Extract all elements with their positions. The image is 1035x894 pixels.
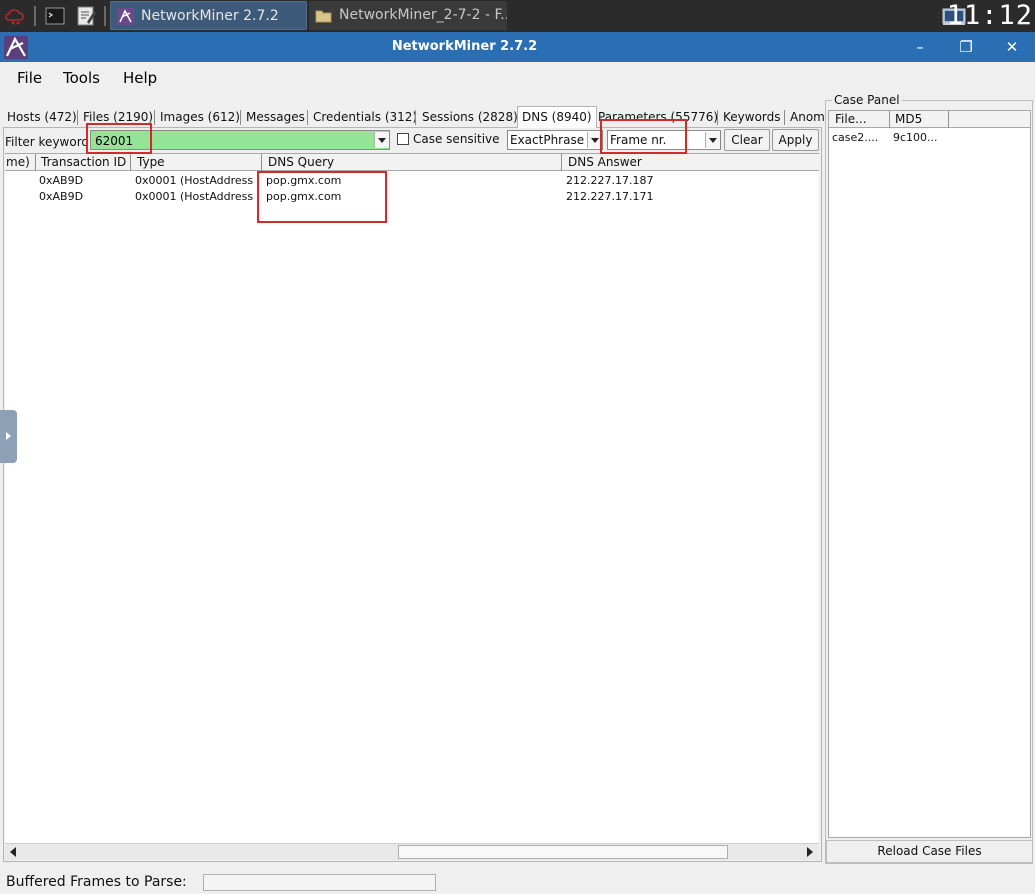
buffered-frames-label: Buffered Frames to Parse:: [6, 874, 187, 890]
chevron-down-icon: [705, 132, 720, 148]
expand-panel-handle[interactable]: [0, 410, 17, 463]
tab-sessions[interactable]: Sessions (2828): [422, 107, 518, 127]
horizontal-scrollbar[interactable]: [5, 843, 819, 860]
column-header-label: Type: [137, 155, 165, 169]
window-title: NetworkMiner 2.7.2: [391, 39, 538, 54]
window-titlebar[interactable]: NetworkMiner 2.7.2 – ❐ ✕: [0, 32, 1035, 62]
task-label: NetworkMiner 2.7.2: [141, 8, 279, 24]
column-header-label: MD5: [895, 112, 923, 126]
dns-table[interactable]: me) Transaction ID Type DNS Query DNS An…: [5, 153, 819, 843]
transaction-id-cell: 0xAB9D: [39, 174, 84, 187]
column-header-transaction-id[interactable]: Transaction ID: [36, 154, 130, 171]
tab-hosts[interactable]: Hosts (472): [7, 107, 77, 127]
tab-files[interactable]: Files (2190): [83, 107, 153, 127]
menu-tools[interactable]: Tools: [63, 68, 100, 88]
filter-keyword-value: 62001: [95, 134, 134, 148]
case-panel-title: Case Panel: [832, 93, 902, 107]
tab-separator: [154, 110, 155, 125]
column-header-type[interactable]: Type: [131, 154, 261, 171]
task-networkminer[interactable]: NetworkMiner 2.7.2: [110, 1, 307, 30]
buffered-frames-progress: [203, 874, 436, 891]
tab-anomalies[interactable]: Anom: [790, 107, 825, 127]
taskbar-separator: [104, 6, 106, 26]
taskbar-separator: [34, 6, 36, 26]
tab-separator: [784, 110, 785, 125]
dns-query-cell: pop.gmx.com: [266, 190, 342, 203]
tab-separator: [717, 110, 718, 125]
case-file-md5: 9c100...: [893, 131, 938, 144]
tab-messages[interactable]: Messages: [246, 107, 305, 127]
close-button[interactable]: ✕: [992, 32, 1032, 62]
case-file-name: case2....: [832, 131, 879, 144]
chevron-down-icon: [587, 132, 602, 148]
task-label: NetworkMiner_2-7-2 - F...: [339, 7, 507, 23]
screen: NetworkMiner 2.7.2 NetworkMiner_2-7-2 - …: [0, 0, 1035, 894]
transaction-id-cell: 0xAB9D: [39, 190, 84, 203]
clear-button[interactable]: Clear: [724, 129, 770, 151]
column-header-empty: [949, 111, 1030, 128]
tab-separator: [415, 110, 416, 125]
tab-separator: [77, 110, 78, 125]
match-mode-value: ExactPhrase: [510, 133, 585, 147]
dns-query-cell: pop.gmx.com: [266, 174, 342, 187]
column-header-label: File...: [835, 112, 867, 126]
tab-images[interactable]: Images (612): [160, 107, 240, 127]
filter-keyword-label: Filter keyword: [5, 135, 90, 149]
terminal-icon[interactable]: [44, 5, 66, 27]
tab-dns[interactable]: DNS (8940): [517, 106, 597, 128]
column-header-label: Transaction ID: [41, 155, 127, 169]
menu-help[interactable]: Help: [123, 68, 157, 88]
column-header-time[interactable]: me): [5, 154, 35, 171]
column-header-label: me): [6, 155, 30, 169]
maximize-button[interactable]: ❐: [946, 32, 986, 62]
networkminer-app-icon: [117, 8, 134, 25]
type-cell: 0x0001 (HostAddress: [135, 190, 254, 203]
scroll-right-icon[interactable]: [807, 847, 813, 857]
status-bar: Buffered Frames to Parse:: [0, 868, 1035, 894]
match-mode-select[interactable]: ExactPhrase: [507, 130, 603, 150]
column-header-label: DNS Answer: [568, 155, 642, 169]
column-header-dns-query[interactable]: DNS Query: [262, 154, 561, 171]
task-file-manager[interactable]: NetworkMiner_2-7-2 - F...: [309, 1, 507, 30]
case-sensitive-checkbox[interactable]: [397, 133, 409, 145]
column-header-file[interactable]: File...: [829, 111, 889, 128]
filter-history-dropdown-icon[interactable]: [374, 132, 389, 148]
tab-separator: [307, 110, 308, 125]
filter-column-select[interactable]: Frame nr.: [607, 130, 721, 150]
apply-button[interactable]: Apply: [772, 129, 819, 151]
system-menu-icon[interactable]: [4, 5, 28, 27]
tab-credentials[interactable]: Credentials (312): [313, 107, 417, 127]
tab-parameters[interactable]: Parameters (55776): [598, 107, 718, 127]
menu-file[interactable]: File: [17, 68, 42, 88]
taskbar: NetworkMiner 2.7.2 NetworkMiner_2-7-2 - …: [0, 0, 1035, 32]
scroll-left-icon[interactable]: [10, 847, 16, 857]
case-sensitive-label: Case sensitive: [413, 132, 500, 146]
column-header-dns-answer[interactable]: DNS Answer: [562, 154, 819, 171]
dns-answer-cell: 212.227.17.187: [566, 174, 654, 187]
tab-keywords[interactable]: Keywords: [723, 107, 781, 127]
case-file-list[interactable]: File... MD5 case2.... 9c100...: [828, 110, 1031, 838]
type-cell: 0x0001 (HostAddress: [135, 174, 254, 187]
minimize-button[interactable]: –: [900, 32, 940, 62]
dns-answer-cell: 212.227.17.171: [566, 190, 654, 203]
clock: 11:12: [946, 0, 1033, 31]
menu-bar: File Tools Help: [0, 62, 1035, 94]
scrollbar-thumb[interactable]: [398, 845, 728, 859]
column-header-md5[interactable]: MD5: [890, 111, 948, 128]
folder-icon: [315, 10, 332, 23]
tab-separator: [240, 110, 241, 125]
reload-case-files-button[interactable]: Reload Case Files: [826, 840, 1033, 863]
filter-keyword-input[interactable]: 62001: [90, 130, 390, 150]
tab-strip: Hosts (472) Files (2190) Images (612) Me…: [0, 106, 825, 128]
filter-column-value: Frame nr.: [610, 133, 667, 147]
column-header-label: DNS Query: [268, 155, 335, 169]
text-editor-icon[interactable]: [75, 5, 97, 27]
